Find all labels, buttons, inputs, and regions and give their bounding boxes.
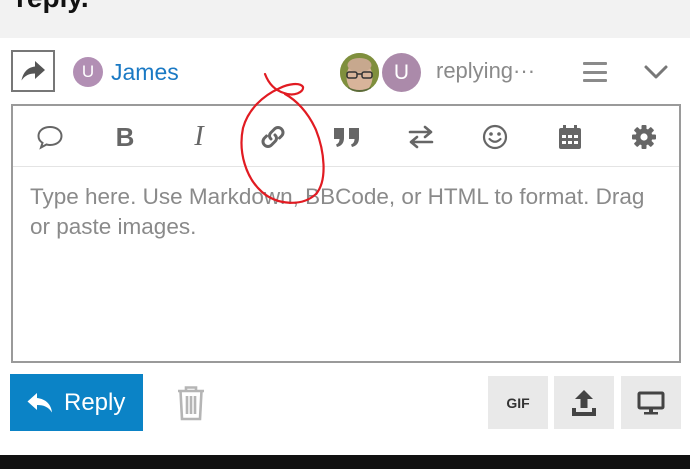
preview-button[interactable] — [621, 376, 681, 429]
reply-button-label: Reply — [64, 388, 126, 416]
reply-type-button[interactable] — [11, 50, 55, 92]
replying-indicator: replying··· — [436, 58, 536, 83]
speech-bubble-icon[interactable] — [32, 120, 68, 154]
recipient-pill[interactable]: U James — [73, 57, 179, 87]
chevron-down-icon[interactable] — [642, 58, 670, 86]
gif-button[interactable]: GIF — [488, 376, 548, 429]
quote-icon[interactable] — [329, 120, 365, 154]
composer-editor: B I Type here. Use Markdown, BBCode, or … — [11, 104, 681, 363]
page-heading: reply. — [16, 0, 89, 14]
monitor-icon — [637, 391, 665, 414]
gif-button-label: GIF — [506, 394, 530, 411]
hamburger-icon[interactable] — [583, 62, 607, 82]
swap-arrows-icon[interactable] — [403, 120, 439, 154]
presence-avatar-photo — [340, 53, 379, 92]
smiley-icon[interactable] — [477, 120, 513, 154]
share-arrow-icon — [21, 61, 45, 81]
previous-post-strip: reply. — [0, 0, 690, 38]
link-icon[interactable] — [255, 120, 291, 154]
bottom-system-bar — [0, 455, 690, 469]
gear-icon[interactable] — [626, 120, 662, 154]
reply-button[interactable]: Reply — [10, 374, 143, 431]
recipient-name[interactable]: James — [111, 59, 179, 86]
presence-avatar: U — [382, 53, 421, 92]
editor-toolbar: B I — [13, 106, 679, 167]
upload-button[interactable] — [554, 376, 614, 429]
italic-icon[interactable]: I — [181, 120, 217, 154]
reply-arrow-icon — [27, 392, 52, 412]
recipient-avatar: U — [73, 57, 103, 87]
upload-icon — [572, 389, 596, 416]
trash-icon[interactable] — [174, 384, 208, 422]
bold-icon[interactable]: B — [107, 120, 143, 154]
calendar-icon[interactable] — [552, 120, 588, 154]
editor-textarea[interactable]: Type here. Use Markdown, BBCode, or HTML… — [30, 182, 660, 242]
